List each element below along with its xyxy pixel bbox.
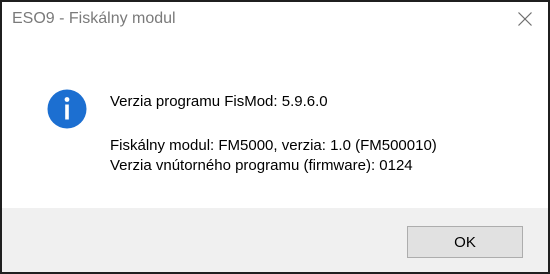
button-bar: OK [2, 208, 548, 272]
title-bar[interactable]: ESO9 - Fiskálny modul [2, 2, 548, 36]
window-title: ESO9 - Fiskálny modul [12, 10, 176, 27]
dialog-content: Verzia programu FisMod: 5.9.6.0 Fiskálny… [2, 36, 548, 208]
dialog-window: ESO9 - Fiskálny modul Verzia programu Fi… [0, 0, 550, 274]
close-button[interactable] [510, 6, 540, 32]
close-icon [518, 12, 532, 26]
ok-button[interactable]: OK [407, 226, 523, 258]
firmware-version-text: Verzia vnútorného programu (firmware): 0… [110, 157, 413, 174]
program-version-text: Verzia programu FisMod: 5.9.6.0 [110, 93, 328, 110]
info-icon [47, 89, 87, 129]
fiscal-module-text: Fiskálny modul: FM5000, verzia: 1.0 (FM5… [110, 137, 437, 154]
